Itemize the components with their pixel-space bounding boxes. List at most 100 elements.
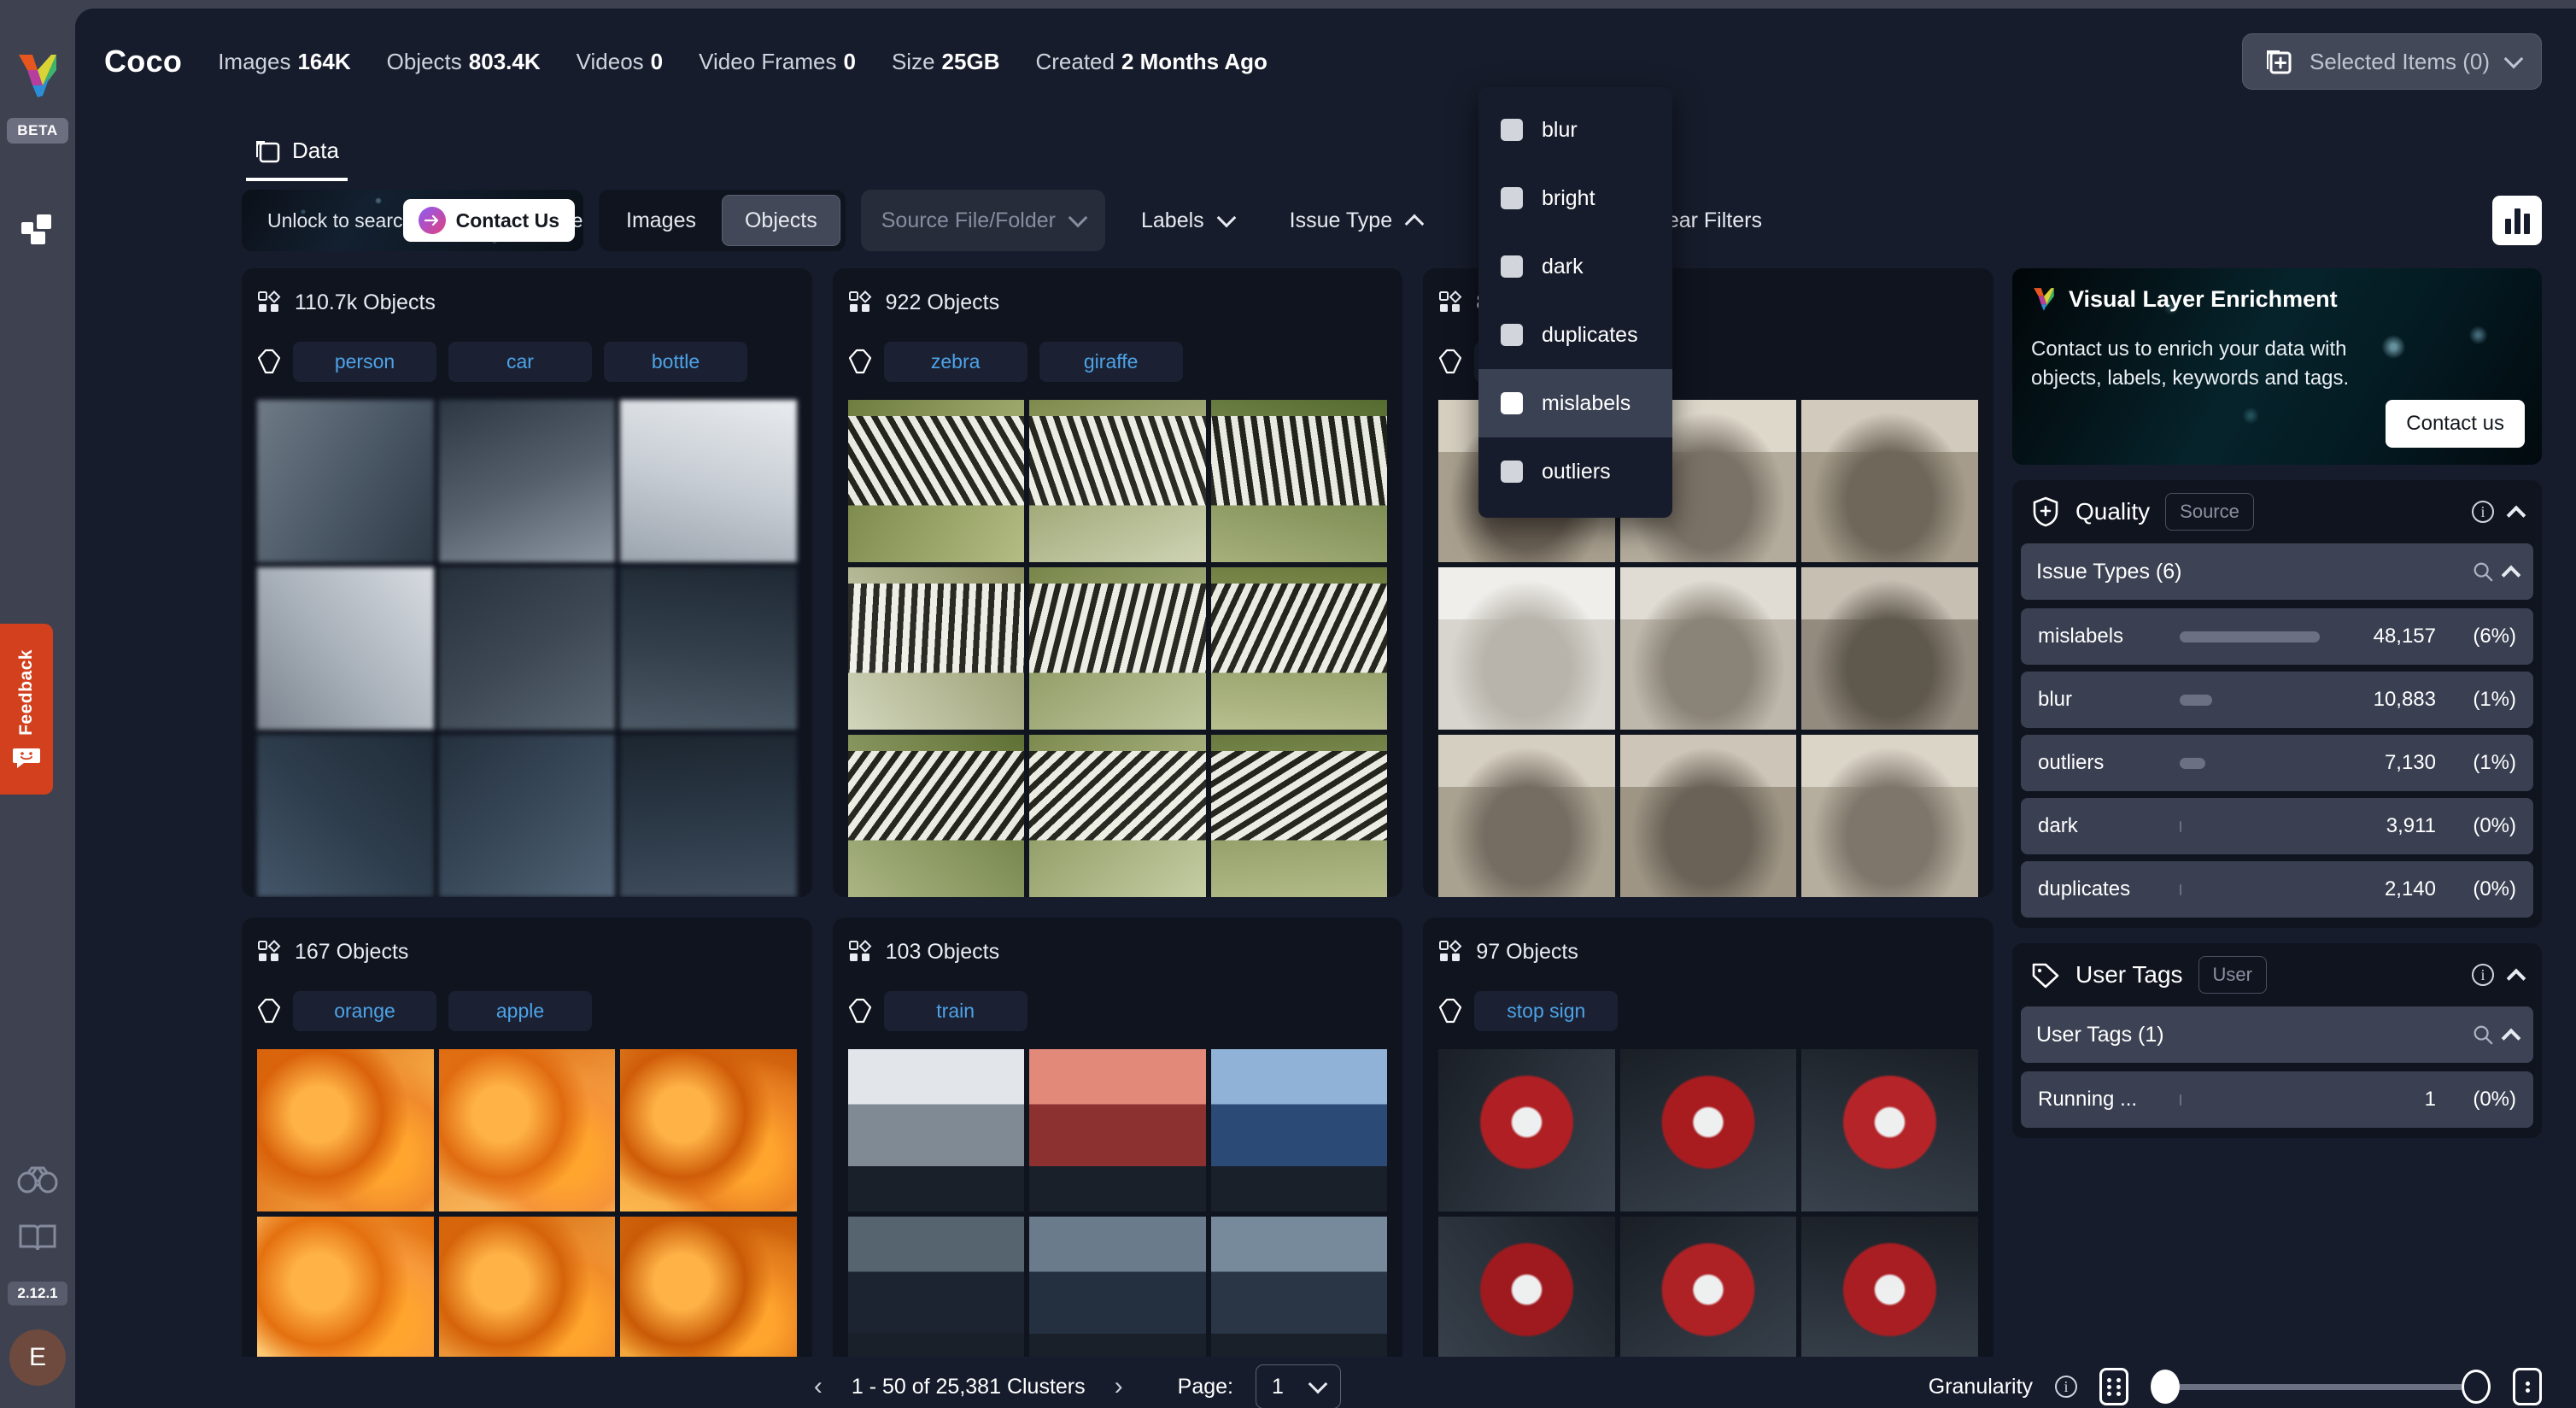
cluster-thumbnail[interactable]: [847, 400, 1025, 562]
cluster-thumbnail[interactable]: [620, 1049, 797, 1211]
cluster-thumbnail[interactable]: [1210, 1217, 1388, 1357]
cluster-label-chip[interactable]: zebra: [883, 341, 1027, 382]
docs-book-icon[interactable]: [18, 1223, 57, 1258]
next-page-button[interactable]: ›: [1108, 1372, 1130, 1401]
cluster-thumbnail[interactable]: [1029, 1049, 1206, 1211]
distribution-row[interactable]: duplicates 2,140 (0%): [2021, 861, 2533, 918]
cluster-label-chip[interactable]: bottle: [604, 341, 747, 382]
cluster-thumbnail[interactable]: [1029, 567, 1206, 730]
distribution-row[interactable]: outliers 7,130 (1%): [2021, 735, 2533, 791]
cluster-thumbnail[interactable]: [1801, 1217, 1978, 1357]
cluster-card[interactable]: 103 Objects train: [832, 918, 1403, 1357]
cluster-thumbnail[interactable]: [620, 400, 797, 562]
chevron-up-icon[interactable]: [2501, 1028, 2521, 1047]
cluster-thumbnail[interactable]: [257, 567, 434, 730]
cluster-thumbnail[interactable]: [1438, 735, 1615, 897]
promo-contact-us-button[interactable]: Contact us: [2386, 400, 2525, 448]
checkbox-outliers[interactable]: [1501, 461, 1523, 483]
cluster-label-chip[interactable]: orange: [293, 990, 436, 1031]
slider-knob-left[interactable]: [2151, 1370, 2181, 1404]
issue-type-option-outliers[interactable]: outliers: [1478, 437, 1672, 506]
cluster-thumbnail[interactable]: [1029, 735, 1206, 897]
filter-labels[interactable]: Labels: [1121, 190, 1254, 251]
prev-page-button[interactable]: ‹: [807, 1372, 829, 1401]
info-icon[interactable]: i: [2472, 501, 2494, 523]
visual-layer-logo-icon[interactable]: [14, 51, 61, 99]
tab-data[interactable]: Data: [246, 138, 348, 181]
slider-knob-right[interactable]: [2462, 1370, 2491, 1404]
sidebar-item-datasets[interactable]: [14, 203, 61, 251]
cluster-label-chip[interactable]: giraffe: [1039, 341, 1183, 382]
cluster-thumbnail[interactable]: [1029, 1217, 1206, 1357]
filter-issue-type[interactable]: Issue Type: [1268, 190, 1443, 251]
issue-types-subheader[interactable]: Issue Types (6): [2021, 543, 2533, 600]
distribution-row[interactable]: blur 10,883 (1%): [2021, 672, 2533, 728]
cluster-thumbnail[interactable]: [1210, 400, 1388, 562]
statistics-chart-button[interactable]: [2492, 196, 2542, 245]
user-tags-subheader[interactable]: User Tags (1): [2021, 1006, 2533, 1063]
search-input[interactable]: Unlock to search Images and Clusters Con…: [242, 190, 583, 251]
selected-items-dropdown[interactable]: Selected Items (0): [2242, 33, 2542, 90]
cluster-thumbnail[interactable]: [620, 1217, 797, 1357]
issue-type-option-blur[interactable]: blur: [1478, 96, 1672, 164]
checkbox-bright[interactable]: [1501, 187, 1523, 209]
cluster-thumbnail[interactable]: [257, 1217, 434, 1357]
cluster-thumbnail[interactable]: [620, 735, 797, 897]
cluster-card[interactable]: 167 Objects orange apple: [242, 918, 812, 1357]
quality-source-tag[interactable]: Source: [2165, 493, 2254, 531]
issue-type-option-bright[interactable]: bright: [1478, 164, 1672, 232]
cluster-thumbnail[interactable]: [620, 567, 797, 730]
checkbox-dark[interactable]: [1501, 255, 1523, 278]
cluster-thumbnail[interactable]: [438, 400, 616, 562]
cluster-thumbnail[interactable]: [1619, 1049, 1797, 1211]
distribution-row[interactable]: Running ... 1 (0%): [2021, 1071, 2533, 1128]
page-select[interactable]: 1: [1255, 1364, 1341, 1408]
granularity-slider[interactable]: [2151, 1370, 2491, 1404]
issue-type-option-dark[interactable]: dark: [1478, 232, 1672, 301]
checkbox-mislabels[interactable]: [1501, 392, 1523, 414]
chevron-up-icon[interactable]: [2501, 565, 2521, 584]
cluster-label-chip[interactable]: car: [448, 341, 592, 382]
issue-type-option-mislabels[interactable]: mislabels: [1478, 369, 1672, 437]
issue-type-option-duplicates[interactable]: duplicates: [1478, 301, 1672, 369]
cluster-thumbnail[interactable]: [1438, 1217, 1615, 1357]
slider-track[interactable]: [2180, 1383, 2462, 1390]
explore-binoculars-icon[interactable]: [17, 1165, 58, 1199]
cluster-thumbnail[interactable]: [257, 735, 434, 897]
cluster-thumbnail[interactable]: [1210, 1049, 1388, 1211]
cluster-thumbnail[interactable]: [1801, 1049, 1978, 1211]
cluster-thumbnail[interactable]: [257, 400, 434, 562]
cluster-thumbnail[interactable]: [1029, 400, 1206, 562]
feedback-button[interactable]: Feedback: [0, 624, 53, 795]
distribution-row[interactable]: mislabels 48,157 (6%): [2021, 608, 2533, 665]
checkbox-blur[interactable]: [1501, 119, 1523, 141]
cluster-card[interactable]: 97 Objects stop sign: [1423, 918, 1993, 1357]
cluster-thumbnail[interactable]: [1438, 567, 1615, 730]
distribution-row[interactable]: dark 3,911 (0%): [2021, 798, 2533, 854]
granularity-few-icon[interactable]: [2513, 1368, 2543, 1405]
cluster-thumbnail[interactable]: [438, 567, 616, 730]
user-tags-source-tag[interactable]: User: [2198, 956, 2267, 994]
cluster-thumbnail[interactable]: [438, 1049, 616, 1211]
segment-option-images[interactable]: Images: [604, 195, 718, 246]
cluster-thumbnail[interactable]: [847, 1049, 1025, 1211]
cluster-thumbnail[interactable]: [847, 1217, 1025, 1357]
cluster-thumbnail[interactable]: [1438, 1049, 1615, 1211]
avatar[interactable]: E: [9, 1329, 66, 1386]
cluster-thumbnail[interactable]: [1619, 1217, 1797, 1357]
cluster-card[interactable]: 110.7k Objects person car bottle: [242, 268, 812, 897]
granularity-many-icon[interactable]: [2099, 1368, 2129, 1405]
cluster-thumbnail[interactable]: [1801, 567, 1978, 730]
checkbox-duplicates[interactable]: [1501, 324, 1523, 346]
cluster-thumbnail[interactable]: [1619, 567, 1797, 730]
cluster-thumbnail[interactable]: [1210, 735, 1388, 897]
chevron-up-icon[interactable]: [2506, 968, 2526, 988]
cluster-thumbnail[interactable]: [1801, 735, 1978, 897]
cluster-thumbnail[interactable]: [257, 1049, 434, 1211]
cluster-thumbnail[interactable]: [847, 567, 1025, 730]
cluster-thumbnail[interactable]: [438, 735, 616, 897]
cluster-thumbnail[interactable]: [438, 1217, 616, 1357]
contact-us-button[interactable]: Contact Us: [402, 199, 575, 242]
cluster-thumbnail[interactable]: [847, 735, 1025, 897]
filter-source-file-folder[interactable]: Source File/Folder: [860, 190, 1105, 251]
